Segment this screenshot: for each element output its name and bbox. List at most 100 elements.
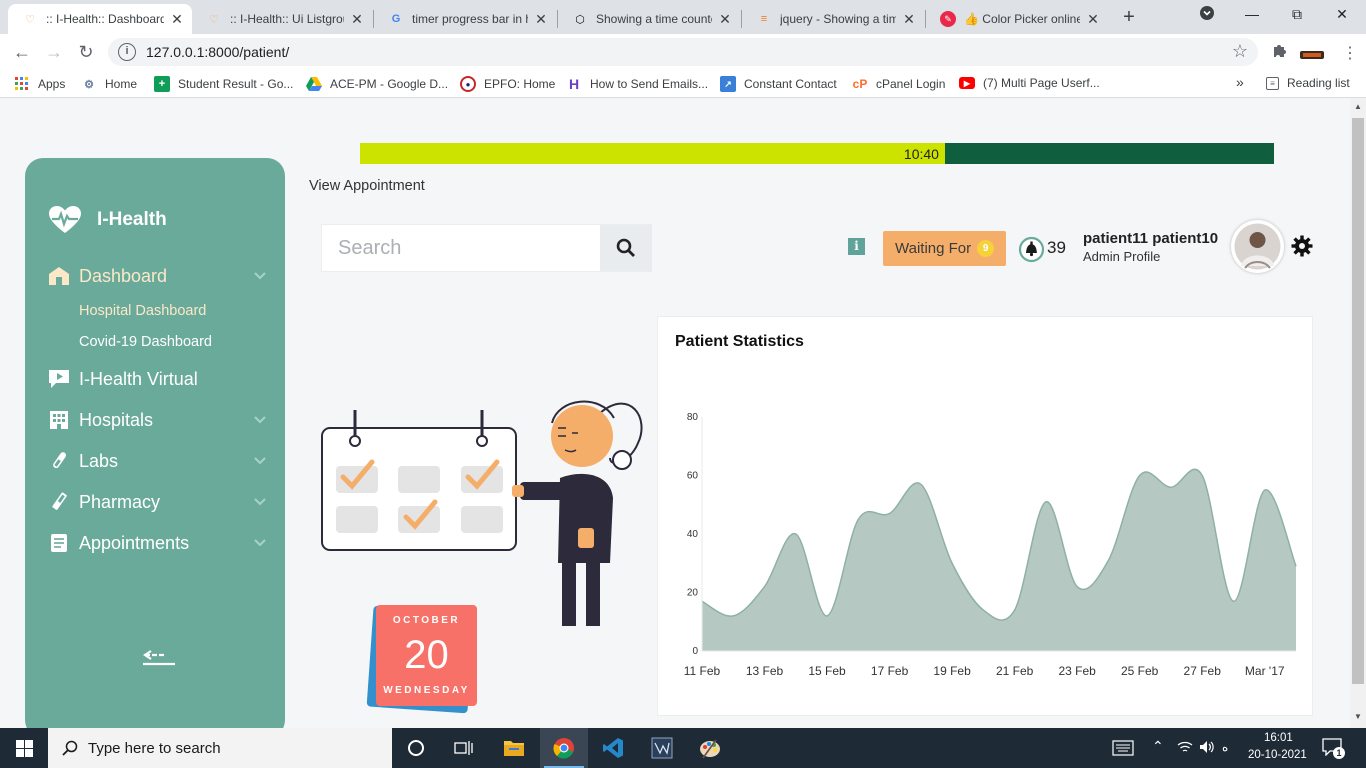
new-tab-button[interactable]: + [1118, 6, 1140, 28]
bookmark-constant-contact[interactable]: ↗ Constant Contact [720, 76, 837, 92]
bookmark-student-result[interactable]: + Student Result - Go... [154, 76, 293, 92]
home-bookmark-icon: ⚙ [84, 78, 94, 91]
sidebar-collapse-icon[interactable] [141, 642, 177, 670]
volume-icon[interactable] [1199, 740, 1215, 754]
settings-gear-icon[interactable] [1291, 235, 1313, 257]
bookmark-send-emails[interactable]: H How to Send Emails... [566, 76, 708, 92]
extension-app-icon[interactable] [1300, 47, 1324, 65]
tray-chevron-up-icon[interactable]: ⌃ [1152, 738, 1164, 755]
chart-x-tick-label: 21 Feb [996, 664, 1034, 678]
tab-close-icon[interactable]: ✕ [534, 11, 548, 28]
bookmark-star-icon[interactable]: ☆ [1232, 41, 1248, 62]
cortana-button[interactable] [392, 728, 440, 768]
input-indicator-icon[interactable] [1112, 740, 1134, 756]
view-appointment-link[interactable]: View Appointment [309, 178, 425, 194]
tab-close-icon[interactable]: ✕ [170, 11, 184, 28]
task-view-button[interactable] [440, 728, 488, 768]
wifi-icon[interactable] [1177, 740, 1193, 754]
chart-x-tick-label: Mar '17 [1245, 664, 1285, 678]
chrome-button[interactable] [540, 728, 588, 768]
chart-bookmark-icon: ↗ [720, 76, 736, 92]
bookmark-label: Apps [38, 77, 66, 91]
tab-ihealth-dashboard[interactable]: ♡ :: I-Health:: Dashboard ✕ [8, 4, 192, 34]
sidebar-item-ihealth-virtual[interactable]: I-Health Virtual [47, 364, 267, 394]
minimize-icon[interactable]: — [1240, 6, 1264, 22]
clock-date[interactable]: 20-10-2021 [1248, 749, 1307, 761]
sidebar-item-labs[interactable]: Labs [47, 446, 267, 476]
windows-taskbar: Type here to search ⌃ ە 16:01 20-10-2021… [0, 728, 1366, 768]
chart-x-tick-label: 23 Feb [1058, 664, 1096, 678]
clock-time[interactable]: 16:01 [1264, 732, 1293, 744]
sidebar-item-hospitals[interactable]: Hospitals [47, 405, 267, 435]
notification-bell-icon[interactable] [1018, 236, 1045, 263]
browser-tab-bar: ♡ :: I-Health:: Dashboard ✕ ♡ :: I-Healt… [0, 0, 1366, 34]
sidebar-item-appointments[interactable]: Appointments [47, 528, 267, 558]
tab-close-icon[interactable]: ✕ [902, 11, 916, 28]
page-scrollbar[interactable]: ▲ ▼ [1350, 98, 1366, 728]
close-window-icon[interactable]: ✕ [1330, 6, 1354, 23]
tab-timer-progress[interactable]: G timer progress bar in ht ✕ [374, 4, 556, 34]
bookmark-epfo[interactable]: ● EPFO: Home [460, 76, 555, 92]
tab-ihealth-listgroup[interactable]: ♡ :: I-Health:: Ui Listgroup ✕ [192, 4, 372, 34]
bookmark-ace-pm[interactable]: ACE-PM - Google D... [306, 76, 448, 92]
site-info-icon[interactable]: i [118, 43, 136, 61]
tab-time-counter[interactable]: ⬡ Showing a time counter ✕ [558, 4, 740, 34]
chevron-down-icon [254, 539, 266, 547]
waiting-for-button[interactable]: Waiting For 9 [883, 231, 1006, 266]
h-icon: H [568, 76, 580, 92]
sidebar-item-dashboard[interactable]: Dashboard [47, 261, 267, 291]
tab-jquery[interactable]: ≡ jquery - Showing a time ✕ [742, 4, 924, 34]
tab-title: timer progress bar in ht [412, 12, 528, 26]
scroll-down-icon[interactable]: ▼ [1354, 712, 1362, 721]
chart-y-tick-label: 80 [687, 412, 699, 423]
sidebar-subitem-hospital-dashboard[interactable]: Hospital Dashboard [79, 303, 206, 319]
brand[interactable]: I-Health [49, 206, 167, 234]
tab-color-picker[interactable]: ✎ 👍 Color Picker online ✕ [926, 4, 1108, 34]
paint-button[interactable] [686, 728, 734, 768]
bookmarks-more-button[interactable]: » [1236, 74, 1244, 90]
tab-close-icon[interactable]: ✕ [350, 11, 364, 28]
address-bar[interactable]: i 127.0.0.1:8000/patient/ ☆ [108, 38, 1258, 66]
reading-list-button[interactable]: ≡ Reading list [1266, 76, 1350, 90]
forward-icon[interactable]: → [42, 41, 66, 63]
avatar[interactable] [1231, 220, 1284, 273]
bookmark-cpanel[interactable]: cP cPanel Login [852, 76, 946, 92]
drive-icon [306, 76, 322, 92]
sidebar-subitem-covid-dashboard[interactable]: Covid-19 Dashboard [79, 334, 212, 350]
vscode-button[interactable] [589, 728, 637, 768]
url-text[interactable]: 127.0.0.1:8000/patient/ [146, 44, 289, 60]
language-indicator-icon[interactable]: ە [1222, 740, 1228, 754]
timer-text: 10:40 [903, 146, 939, 162]
action-center-button[interactable]: 1 [1322, 738, 1345, 759]
tab-search-icon[interactable] [1195, 6, 1219, 23]
scroll-up-icon[interactable]: ▲ [1354, 102, 1362, 111]
task-view-icon [454, 741, 473, 755]
appointments-icon [47, 532, 71, 554]
user-name[interactable]: patient11 patient10 [1083, 230, 1218, 247]
restore-icon[interactable]: ⧉ [1285, 6, 1309, 23]
bookmark-home[interactable]: ⚙ Home [81, 76, 137, 92]
info-icon[interactable]: i [848, 238, 865, 255]
start-button[interactable] [0, 728, 48, 768]
reload-icon[interactable]: ↻ [74, 41, 98, 63]
scrollbar-thumb[interactable] [1352, 118, 1364, 684]
file-explorer-button[interactable] [490, 728, 538, 768]
bookmark-multi-page[interactable]: ▶ (7) Multi Page Userf... [959, 76, 1100, 90]
mysql-workbench-button[interactable] [638, 728, 686, 768]
tab-close-icon[interactable]: ✕ [1086, 11, 1100, 28]
chart-title: Patient Statistics [675, 333, 804, 350]
taskbar-search[interactable]: Type here to search [48, 728, 392, 768]
bookmark-apps[interactable]: Apps [14, 76, 65, 92]
search-input[interactable] [322, 225, 600, 271]
tab-close-icon[interactable]: ✕ [718, 11, 732, 28]
sidebar-item-pharmacy[interactable]: Pharmacy [47, 487, 267, 517]
search-button[interactable] [600, 225, 652, 271]
extensions-puzzle-icon[interactable] [1271, 43, 1287, 64]
browser-toolbar: ← → ↻ i 127.0.0.1:8000/patient/ ☆ ⋮ [0, 34, 1366, 70]
reading-list-label: Reading list [1287, 76, 1350, 90]
heartbeat-logo-icon [49, 206, 81, 233]
cortana-icon [408, 740, 424, 756]
bookmark-label: Student Result - Go... [178, 77, 294, 91]
back-icon[interactable]: ← [10, 41, 34, 63]
menu-dots-icon[interactable]: ⋮ [1342, 43, 1358, 63]
